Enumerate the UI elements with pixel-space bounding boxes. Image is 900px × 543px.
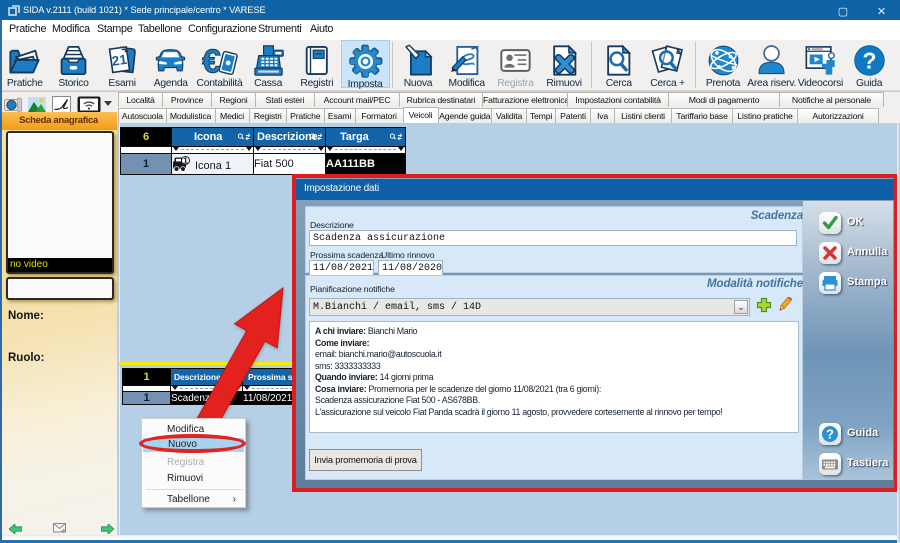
svg-text:1: 1: [183, 156, 188, 166]
svg-text:€: €: [202, 42, 221, 79]
svg-text:21: 21: [110, 52, 127, 69]
svg-text:?: ?: [826, 427, 834, 442]
svg-text:?: ?: [862, 48, 876, 74]
